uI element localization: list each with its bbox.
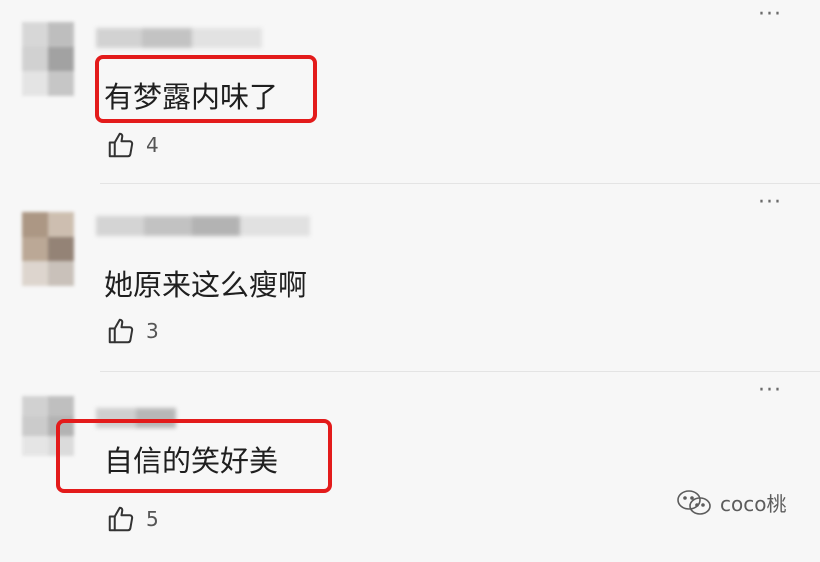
comment-text: 她原来这么瘦啊 bbox=[104, 268, 308, 302]
like-button[interactable]: 5 bbox=[106, 504, 159, 534]
like-button[interactable]: 3 bbox=[106, 316, 159, 346]
thumbs-up-icon bbox=[108, 132, 134, 158]
comment-item: ··· 有梦露内味了 4 bbox=[0, 0, 820, 186]
thumbs-up-icon bbox=[108, 318, 134, 344]
comment-text: 自信的笑好美 bbox=[104, 444, 279, 478]
username-blurred[interactable] bbox=[96, 28, 262, 48]
more-icon[interactable]: ··· bbox=[758, 192, 782, 214]
more-icon[interactable]: ··· bbox=[758, 4, 782, 26]
watermark-handle: coco桃 bbox=[720, 492, 787, 516]
like-count: 5 bbox=[146, 507, 159, 531]
divider bbox=[100, 371, 820, 372]
wechat-icon bbox=[677, 489, 711, 515]
like-button[interactable]: 4 bbox=[106, 130, 159, 160]
divider bbox=[100, 183, 820, 184]
thumbs-up-icon bbox=[108, 506, 134, 532]
avatar[interactable] bbox=[22, 212, 74, 286]
comment-item: ··· 自信的笑好美 5 bbox=[0, 376, 820, 562]
comment-item: ··· 她原来这么瘦啊 3 bbox=[0, 188, 820, 374]
like-count: 3 bbox=[146, 319, 159, 343]
like-count: 4 bbox=[146, 133, 159, 157]
avatar[interactable] bbox=[22, 22, 74, 96]
watermark: coco桃 bbox=[676, 488, 786, 517]
username-blurred[interactable] bbox=[96, 216, 310, 236]
more-icon[interactable]: ··· bbox=[758, 380, 782, 402]
comment-text: 有梦露内味了 bbox=[104, 80, 279, 114]
